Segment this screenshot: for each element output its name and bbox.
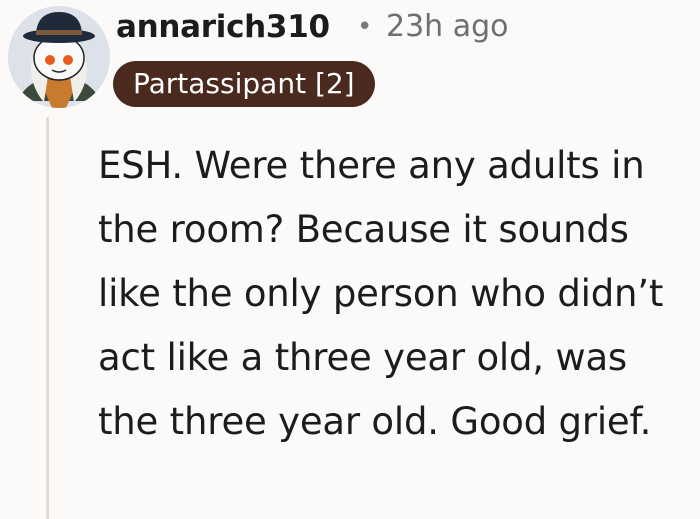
snoo-avatar-icon: [8, 6, 110, 108]
username-link[interactable]: annarich310: [116, 7, 330, 47]
comment-body: ESH. Were there any adults in the room? …: [98, 144, 664, 443]
timestamp[interactable]: 23h ago: [386, 7, 509, 47]
thread-collapse-line[interactable]: [46, 117, 49, 519]
user-flair-badge: Partassipant [2]: [113, 61, 375, 107]
comment: annarich310 • 23h ago Partassipant [2] E…: [0, 0, 700, 519]
avatar[interactable]: [8, 6, 110, 108]
separator-dot: •: [357, 12, 373, 42]
